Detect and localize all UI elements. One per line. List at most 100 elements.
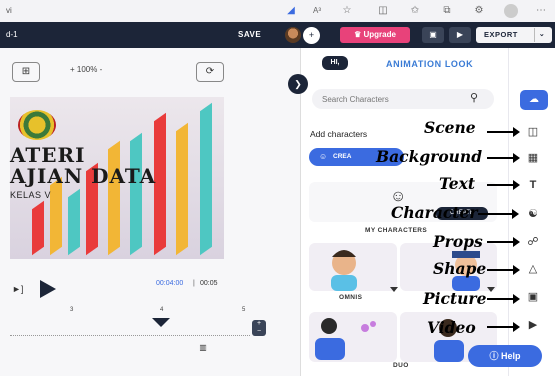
annotation-arrow xyxy=(487,127,520,137)
profile-icon[interactable] xyxy=(504,4,518,18)
time-separator: | xyxy=(193,280,195,287)
slide-bar-decoration xyxy=(50,176,62,256)
upgrade-button[interactable]: ♛ Upgrade xyxy=(340,27,410,43)
read-aloud-icon[interactable]: A³ xyxy=(310,4,324,18)
annotation-arrow xyxy=(487,153,520,163)
collections-icon[interactable]: ⧉ xyxy=(440,4,454,18)
character-thumbnail xyxy=(331,250,357,291)
zoom-level: 100% xyxy=(76,65,98,74)
screen-icon: ▣ xyxy=(429,30,437,39)
upload-button[interactable]: ☁ xyxy=(520,90,548,110)
export-button[interactable]: EXPORT ⌄ xyxy=(476,27,552,43)
annotation-props: Props xyxy=(433,232,483,251)
annotation-shape: Shape xyxy=(433,259,487,278)
preview-button[interactable]: ▶ xyxy=(449,27,471,43)
ruler-tick: 3 xyxy=(70,307,74,313)
chevron-down-icon[interactable]: ⌄ xyxy=(534,28,549,42)
slide-bar-decoration xyxy=(130,132,142,256)
play-icon: ▶ xyxy=(456,30,464,39)
character-thumbnail xyxy=(315,318,376,360)
play-scene-button[interactable]: ►] xyxy=(12,284,23,294)
annotation-text: Text xyxy=(439,174,476,193)
search-input[interactable] xyxy=(312,89,494,109)
current-time: 00:04:00 xyxy=(156,280,184,287)
annotation-character: Character xyxy=(391,203,478,222)
slide-subtitle: KELAS V xyxy=(10,190,52,200)
extensions-icon[interactable]: ⚙ xyxy=(472,4,486,18)
project-name[interactable]: d-1 xyxy=(6,30,18,39)
annotation-arrow xyxy=(478,209,519,219)
annotation-arrow xyxy=(487,237,520,247)
add-user-button[interactable]: + xyxy=(303,27,320,44)
zoom-in-button[interactable]: + xyxy=(70,65,75,74)
zoom-out-button[interactable]: - xyxy=(100,65,103,74)
grid-icon: ⊞ xyxy=(21,66,31,77)
upgrade-label: Upgrade xyxy=(363,30,396,39)
scene-icon[interactable]: ◫ xyxy=(522,124,544,140)
ruler-tick: 5 xyxy=(242,307,246,313)
add-characters-label: Add characters xyxy=(310,129,368,139)
audio-wave-icon[interactable]: ▥ xyxy=(196,343,210,353)
school-logo xyxy=(18,110,56,140)
slide-bar-decoration xyxy=(176,122,188,256)
annotation-arrow xyxy=(487,180,520,190)
present-button[interactable]: ▣ xyxy=(422,27,444,43)
export-label: EXPORT xyxy=(484,30,518,39)
split-screen-icon[interactable]: ◫ xyxy=(376,4,390,18)
my-characters-label: MY CHARACTERS xyxy=(365,227,428,234)
create-label: CREA xyxy=(333,153,352,160)
chevron-right-icon: ❯ xyxy=(294,79,302,89)
help-label: Help xyxy=(501,351,521,361)
slide-bar-decoration xyxy=(68,188,80,256)
view-layout-button[interactable]: ⊞ xyxy=(12,62,40,82)
search-icon[interactable]: ⚲ xyxy=(470,91,478,104)
slide-title-line2: AJIAN DATA xyxy=(10,164,157,188)
annotation-arrow xyxy=(487,294,520,304)
avatar[interactable] xyxy=(285,27,301,43)
crown-icon: ♛ xyxy=(354,30,362,39)
slide-bar-decoration xyxy=(200,102,212,256)
slide-bar-decoration xyxy=(108,140,120,256)
playhead[interactable] xyxy=(152,318,170,327)
add-person-icon: ☺ xyxy=(319,152,328,161)
favorite-icon[interactable]: ☆ xyxy=(340,4,354,18)
annotation-video: Video xyxy=(427,318,476,337)
background-icon[interactable]: ▦ xyxy=(522,150,544,166)
picture-icon[interactable]: ▣ xyxy=(522,289,544,305)
hi-badge: HI, xyxy=(322,56,348,70)
group-label-omnis: OMNIS xyxy=(339,294,363,301)
chevron-down-icon[interactable] xyxy=(390,287,398,292)
annotation-arrow xyxy=(487,322,520,332)
more-icon[interactable]: ⋯ xyxy=(534,4,548,18)
annotation-arrow xyxy=(487,265,520,275)
tag-icon[interactable]: ◢ xyxy=(284,4,298,18)
props-icon[interactable]: ☍ xyxy=(522,234,544,250)
panel-title[interactable]: ANIMATION LOOK xyxy=(386,59,473,69)
slide-bar-decoration xyxy=(32,200,44,256)
timeline-ruler[interactable]: 3 4 5 xyxy=(10,307,250,336)
character-icon[interactable]: ☯ xyxy=(522,206,544,222)
url-fragment[interactable]: vi xyxy=(6,6,12,15)
shape-icon[interactable]: △ xyxy=(522,261,544,277)
save-button[interactable]: SAVE xyxy=(238,30,261,39)
help-icon: ⓘ xyxy=(489,351,499,361)
reset-view-button[interactable]: ⟳ xyxy=(196,62,224,82)
character-card-duo-1[interactable] xyxy=(309,312,397,362)
ruler-tick: 4 xyxy=(160,307,164,313)
video-icon[interactable]: ▶ xyxy=(522,317,544,333)
cloud-upload-icon: ☁ xyxy=(529,94,539,105)
plus-minus-icon: + − xyxy=(256,320,262,335)
app-header: d-1 SAVE xyxy=(0,22,555,48)
total-time: 00:05 xyxy=(200,280,218,287)
annotation-scene: Scene xyxy=(424,118,476,137)
favorites-bar-icon[interactable]: ✩ xyxy=(408,4,422,18)
play-button[interactable] xyxy=(40,280,56,298)
browser-toolbar: vi ◢ A³ ☆ ◫ ✩ ⧉ ⚙ ⋯ xyxy=(0,0,555,23)
chevron-down-icon[interactable] xyxy=(487,287,495,292)
character-card-omnis-1[interactable] xyxy=(309,243,397,291)
collapse-panel-button[interactable]: ❯ xyxy=(288,74,308,94)
track-zoom-button[interactable]: + − xyxy=(252,320,266,336)
text-icon[interactable]: T xyxy=(522,177,544,193)
annotation-picture: Picture xyxy=(423,289,487,308)
help-button[interactable]: ⓘ Help xyxy=(468,345,542,367)
